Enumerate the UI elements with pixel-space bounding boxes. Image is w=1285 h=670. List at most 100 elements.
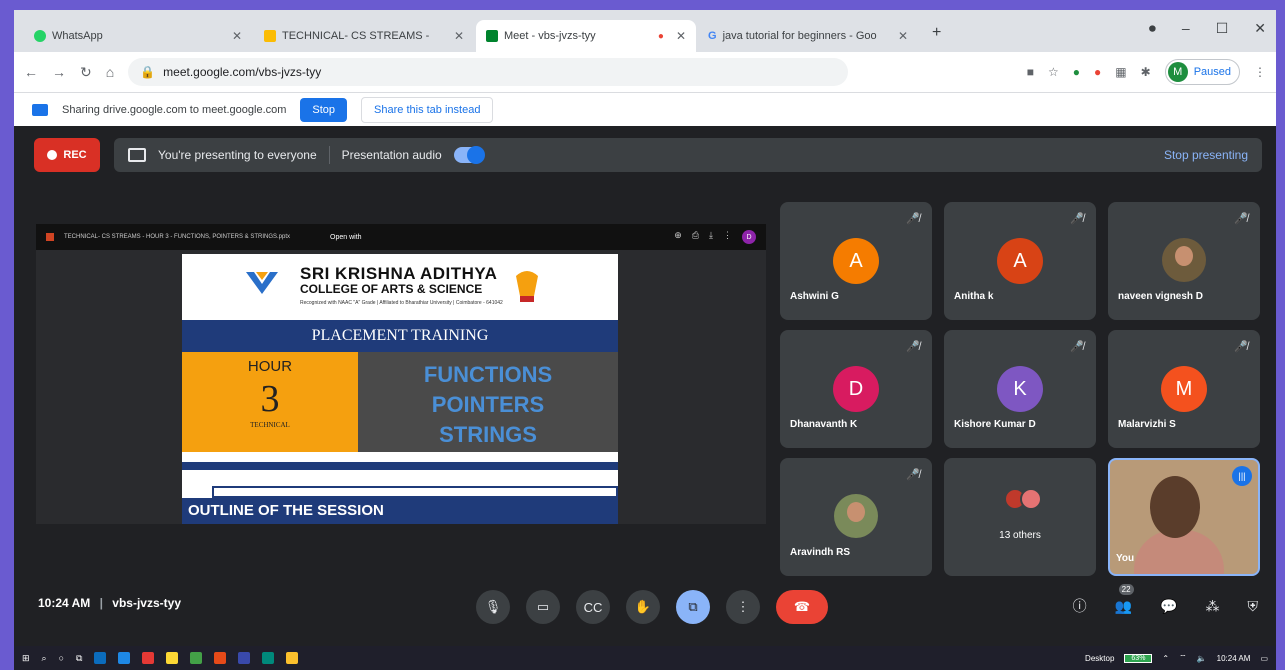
- whatsapp-icon: [34, 30, 46, 42]
- topics: FUNCTIONS POINTERS STRINGS: [358, 352, 618, 452]
- stop-sharing-button[interactable]: Stop: [300, 97, 348, 122]
- back-icon[interactable]: ←: [24, 64, 38, 80]
- participant-tile[interactable]: 🎤̸ A Anitha k: [944, 202, 1096, 320]
- mic-off-icon: 🎤̸: [1070, 341, 1084, 353]
- college-logo-icon: [246, 272, 278, 294]
- home-icon[interactable]: ⌂: [106, 64, 114, 80]
- drive-icon: [264, 30, 276, 42]
- avatar: K: [997, 366, 1043, 412]
- download-icon[interactable]: ⤓: [709, 230, 713, 244]
- volume-icon[interactable]: 🔈: [1197, 654, 1207, 663]
- raise-hand-button[interactable]: ✋: [626, 590, 660, 624]
- captions-button[interactable]: CC: [576, 590, 610, 624]
- participant-name: You: [1116, 553, 1135, 564]
- presentation-audio-toggle[interactable]: [453, 146, 485, 164]
- sharing-message: Sharing drive.google.com to meet.google.…: [62, 103, 287, 116]
- more-icon[interactable]: ⋮: [723, 230, 732, 244]
- end-call-button[interactable]: ☎: [776, 590, 828, 624]
- wifi-icon[interactable]: ⌔: [1179, 653, 1187, 663]
- others-tile[interactable]: 13 others: [944, 458, 1096, 576]
- url-field[interactable]: 🔒 meet.google.com/vbs-jvzs-tyy: [128, 58, 849, 86]
- college-name-line2: COLLEGE OF ARTS & SCIENCE: [300, 282, 483, 296]
- info-icon[interactable]: ⓘ: [1073, 596, 1087, 616]
- present-button[interactable]: ⧉: [676, 590, 710, 624]
- hour-sub: TECHNICAL: [250, 421, 290, 429]
- divider: [212, 486, 618, 498]
- participant-tile[interactable]: 🎤̸ K Kishore Kumar D: [944, 330, 1096, 448]
- participant-tile[interactable]: 🎤̸ M Malarvizhi S: [1108, 330, 1260, 448]
- stop-presenting-button[interactable]: Stop presenting: [1164, 148, 1248, 162]
- new-tab-button[interactable]: +: [932, 24, 941, 42]
- tab-title: java tutorial for beginners - Goo: [722, 30, 877, 42]
- topic: STRINGS: [439, 422, 537, 447]
- tab-java-search[interactable]: G java tutorial for beginners - Goo ✕: [698, 20, 918, 52]
- participant-tile[interactable]: 🎤̸ naveen vignesh D: [1108, 202, 1260, 320]
- close-tab-icon[interactable]: ✕: [232, 29, 242, 43]
- participant-tile[interactable]: 🎤̸ A Ashwini G: [780, 202, 932, 320]
- close-tab-icon[interactable]: ✕: [676, 29, 686, 43]
- app-icon[interactable]: [238, 652, 251, 664]
- more-options-button[interactable]: ⋮: [726, 590, 760, 624]
- participant-tile[interactable]: 🎤̸ D Dhanavanth K: [780, 330, 932, 448]
- close-window-button[interactable]: ✕: [1254, 20, 1266, 37]
- reload-icon[interactable]: ↻: [80, 64, 92, 81]
- close-tab-icon[interactable]: ✕: [454, 29, 464, 43]
- app-icon[interactable]: [118, 652, 131, 664]
- extension-grid-icon[interactable]: ▦: [1115, 65, 1126, 79]
- chrome-icon[interactable]: [286, 652, 299, 664]
- extension-icon[interactable]: ●: [1094, 65, 1101, 79]
- mic-off-icon: 🎤̸: [1234, 213, 1248, 225]
- share-this-tab-button[interactable]: Share this tab instead: [361, 96, 494, 123]
- tab-meet[interactable]: Meet - vbs-jvzs-tyy ● ✕: [476, 20, 696, 52]
- chat-icon[interactable]: 💬: [1160, 598, 1177, 615]
- maximize-button[interactable]: ☐: [1216, 20, 1229, 37]
- os-taskbar: ⊞ ⌕ ○ ⧉ Desktop 63% ⌃ ⌔ 🔈 10:24 AM ▭: [14, 646, 1276, 670]
- extension-icon[interactable]: ●: [1073, 65, 1080, 79]
- task-view-icon[interactable]: ⧉: [76, 653, 82, 664]
- cortana-icon[interactable]: ○: [59, 653, 64, 663]
- folder-icon[interactable]: [166, 652, 179, 664]
- profile-status: Paused: [1193, 66, 1231, 78]
- recording-button[interactable]: REC: [34, 138, 100, 172]
- meeting-time: 10:24 AM: [38, 596, 91, 610]
- minimize-button[interactable]: –: [1182, 20, 1190, 37]
- windows-start-icon[interactable]: ⊞: [22, 653, 30, 664]
- print-icon[interactable]: ⎙: [692, 230, 699, 244]
- add-icon[interactable]: ⊕: [674, 230, 682, 244]
- speaking-icon: |||: [1232, 466, 1252, 486]
- self-view-tile[interactable]: ||| You: [1108, 458, 1260, 576]
- call-controls: 🎙 ▭ CC ✋ ⧉ ⋮ ☎: [476, 590, 828, 624]
- mic-off-icon: 🎤̸: [1070, 213, 1084, 225]
- forward-icon[interactable]: →: [52, 64, 66, 80]
- host-controls-icon[interactable]: ⛨: [1248, 598, 1259, 615]
- people-button[interactable]: 22 👥: [1115, 583, 1134, 615]
- search-icon[interactable]: ⌕: [42, 653, 47, 664]
- chevron-up-icon[interactable]: ⌃: [1162, 654, 1169, 663]
- viewer-toolbar: TECHNICAL- CS STREAMS - HOUR 3 - FUNCTIO…: [36, 224, 766, 250]
- notifications-icon[interactable]: ▭: [1260, 654, 1268, 663]
- avatar: [834, 494, 878, 538]
- file-title: TECHNICAL- CS STREAMS - HOUR 3 - FUNCTIO…: [64, 234, 291, 240]
- menu-icon[interactable]: ⋮: [1254, 65, 1266, 79]
- app-icon[interactable]: [262, 652, 275, 664]
- app-icon[interactable]: [190, 652, 203, 664]
- record-dot-icon: [47, 150, 58, 160]
- activities-icon[interactable]: ⁂: [1206, 598, 1220, 615]
- app-icon[interactable]: [214, 652, 227, 664]
- profile-button[interactable]: M Paused: [1164, 59, 1240, 85]
- camera-icon[interactable]: ■: [1027, 65, 1034, 79]
- close-tab-icon[interactable]: ✕: [898, 29, 908, 43]
- puzzle-icon[interactable]: ✱: [1141, 65, 1151, 79]
- tab-whatsapp[interactable]: WhatsApp ✕: [24, 20, 252, 52]
- hour-box: HOUR 3 TECHNICAL: [182, 352, 358, 452]
- others-avatars: [1004, 488, 1042, 510]
- tab-technical[interactable]: TECHNICAL- CS STREAMS - ✕: [254, 20, 474, 52]
- participant-tile[interactable]: 🎤̸ Aravindh RS: [780, 458, 932, 576]
- mic-button[interactable]: 🎙: [476, 590, 510, 624]
- camera-button[interactable]: ▭: [526, 590, 560, 624]
- app-icon[interactable]: [94, 652, 107, 664]
- bookmark-star-icon[interactable]: ☆: [1048, 65, 1059, 79]
- open-with-button[interactable]: Open with: [330, 234, 362, 241]
- control-bar: 10:24 AM | vbs-jvzs-tyy 🎙 ▭ CC ✋ ⧉ ⋮ ☎ ⓘ…: [14, 576, 1276, 646]
- app-icon[interactable]: [142, 652, 155, 664]
